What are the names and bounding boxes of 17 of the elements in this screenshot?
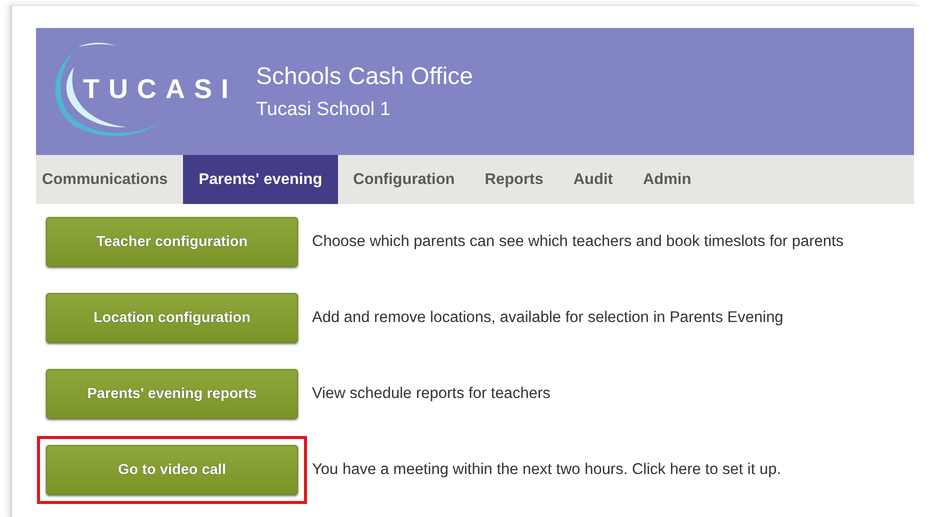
action-description: Add and remove locations, available for selection in Parents Evening <box>312 309 784 327</box>
nav-tab[interactable]: Admin <box>628 155 706 204</box>
school-name: Tucasi School 1 <box>256 98 392 120</box>
action-button[interactable]: Teacher configuration <box>46 217 298 267</box>
action-description: View schedule reports for teachers <box>312 385 550 403</box>
nav-tab[interactable]: Configuration <box>338 155 470 204</box>
app-title: Schools Cash Office <box>256 62 473 90</box>
action-button[interactable]: Go to video call <box>46 445 298 495</box>
action-description: You have a meeting within the next two hours. Click here to set it up. <box>312 461 781 479</box>
action-description: Choose which parents can see which teachers and book timeslots for parents <box>312 233 844 251</box>
nav-tab[interactable]: Communications <box>36 155 183 204</box>
nav-tab[interactable]: Parents' evening <box>182 155 338 204</box>
nav-tab[interactable]: Audit <box>558 155 628 204</box>
action-button[interactable]: Parents' evening reports <box>46 369 298 419</box>
logo-text: TUCASI <box>83 74 238 105</box>
action-button[interactable]: Location configuration <box>46 293 298 343</box>
nav-tab[interactable]: Reports <box>470 155 558 204</box>
